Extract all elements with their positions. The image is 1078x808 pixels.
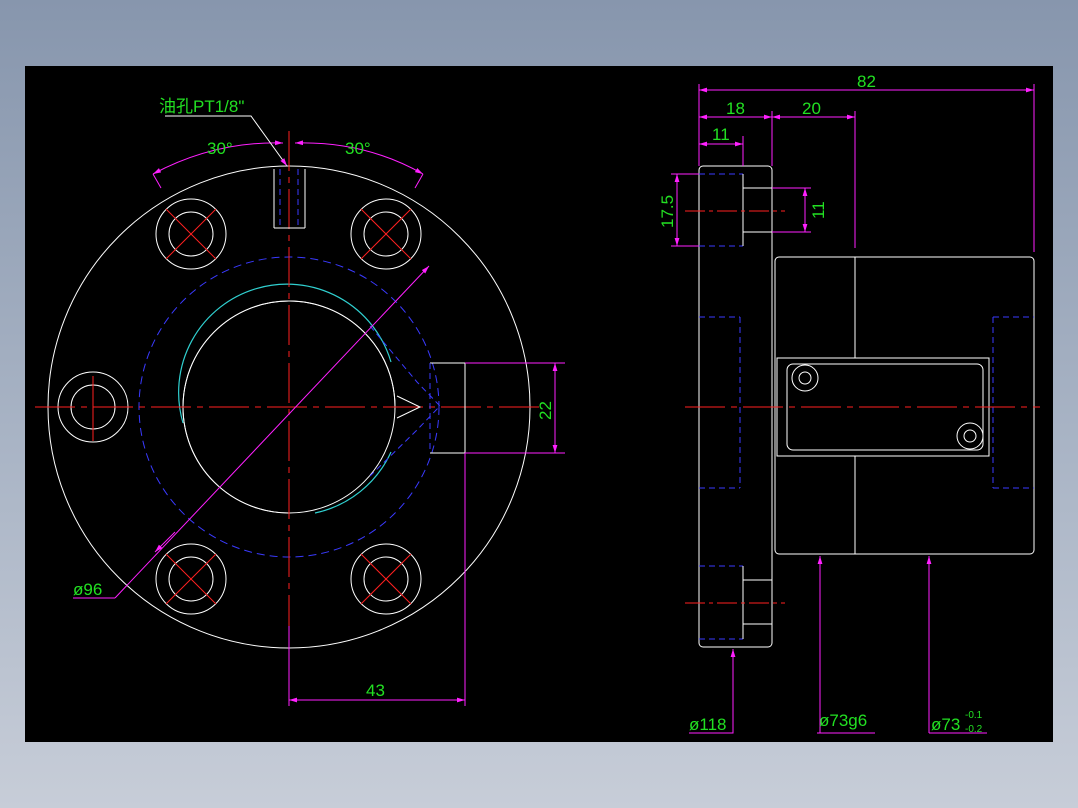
dia-118-label: ø118 (689, 715, 727, 734)
drawing-canvas: 油孔PT1/8" 30° 30° ø96 43 22 82 18 20 11 1… (35, 72, 1040, 735)
dim-82-label: 82 (857, 72, 876, 91)
bolt-hole-top-left (155, 198, 227, 270)
dia-73-label: ø73 (931, 715, 960, 734)
cyan-arc (178, 283, 392, 424)
tol-upper: -0.1 (965, 710, 983, 721)
leader-73g6 (817, 556, 823, 734)
side-view (671, 84, 1040, 734)
tol-lower: -0.2 (965, 724, 983, 735)
counterbore-bottom (685, 565, 785, 640)
oil-hole-label: 油孔PT1/8" (159, 97, 244, 116)
angle-right-label: 30° (345, 139, 371, 158)
pcd-leader (114, 265, 430, 599)
dim-43-label: 43 (366, 681, 385, 700)
dia-73g6-label: ø73g6 (819, 711, 867, 730)
dim-18-label: 18 (726, 99, 745, 118)
tube-hole-right (956, 422, 984, 450)
pcd-label: ø96 (73, 580, 102, 599)
angle-left-label: 30° (207, 139, 233, 158)
bolt-hole-bottom-right (350, 543, 422, 615)
cad-drawing-area: 油孔PT1/8" 30° 30° ø96 43 22 82 18 20 11 1… (25, 66, 1053, 742)
bolt-hole-top-right (350, 198, 422, 270)
bolt-hole-bottom-left (155, 543, 227, 615)
tube-hole-left (791, 364, 819, 392)
body-profile (774, 256, 1035, 555)
front-view (35, 115, 565, 706)
dim-22-label: 22 (536, 401, 555, 420)
dim-20-label: 20 (802, 99, 821, 118)
pcd-leader-inner (154, 531, 176, 553)
counterbore-top (685, 173, 785, 247)
dim-17-5-label: 17.5 (658, 195, 677, 228)
dim-11-side-label: 11 (809, 201, 828, 219)
dim-11-top-label: 11 (712, 125, 730, 144)
